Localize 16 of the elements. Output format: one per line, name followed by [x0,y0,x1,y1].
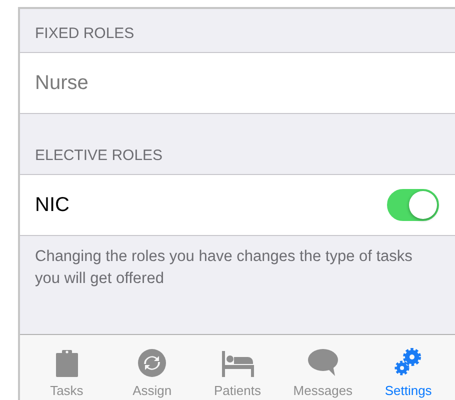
tab-item[interactable]: Assign [109,335,195,400]
list-row: Nurse [20,53,455,114]
tab-item[interactable]: Settings [366,335,452,400]
section-footer: Changing the roles you have changes the type of tasks you will get offered [20,236,455,300]
cycle-icon [138,349,166,377]
toggle-switch[interactable] [387,189,439,221]
tab-item[interactable]: Tasks [24,335,110,400]
bed-icon [222,351,254,377]
section-header: FIXED ROLES [35,25,134,42]
tab-item[interactable]: Messages [280,335,366,400]
list-row: NIC [20,175,455,236]
gears-icon [394,347,422,377]
speech-bubble-icon [308,349,338,377]
clipboard-icon [56,349,78,377]
tab-item[interactable]: Patients [194,335,280,400]
section-header: ELECTIVE ROLES [35,147,163,164]
